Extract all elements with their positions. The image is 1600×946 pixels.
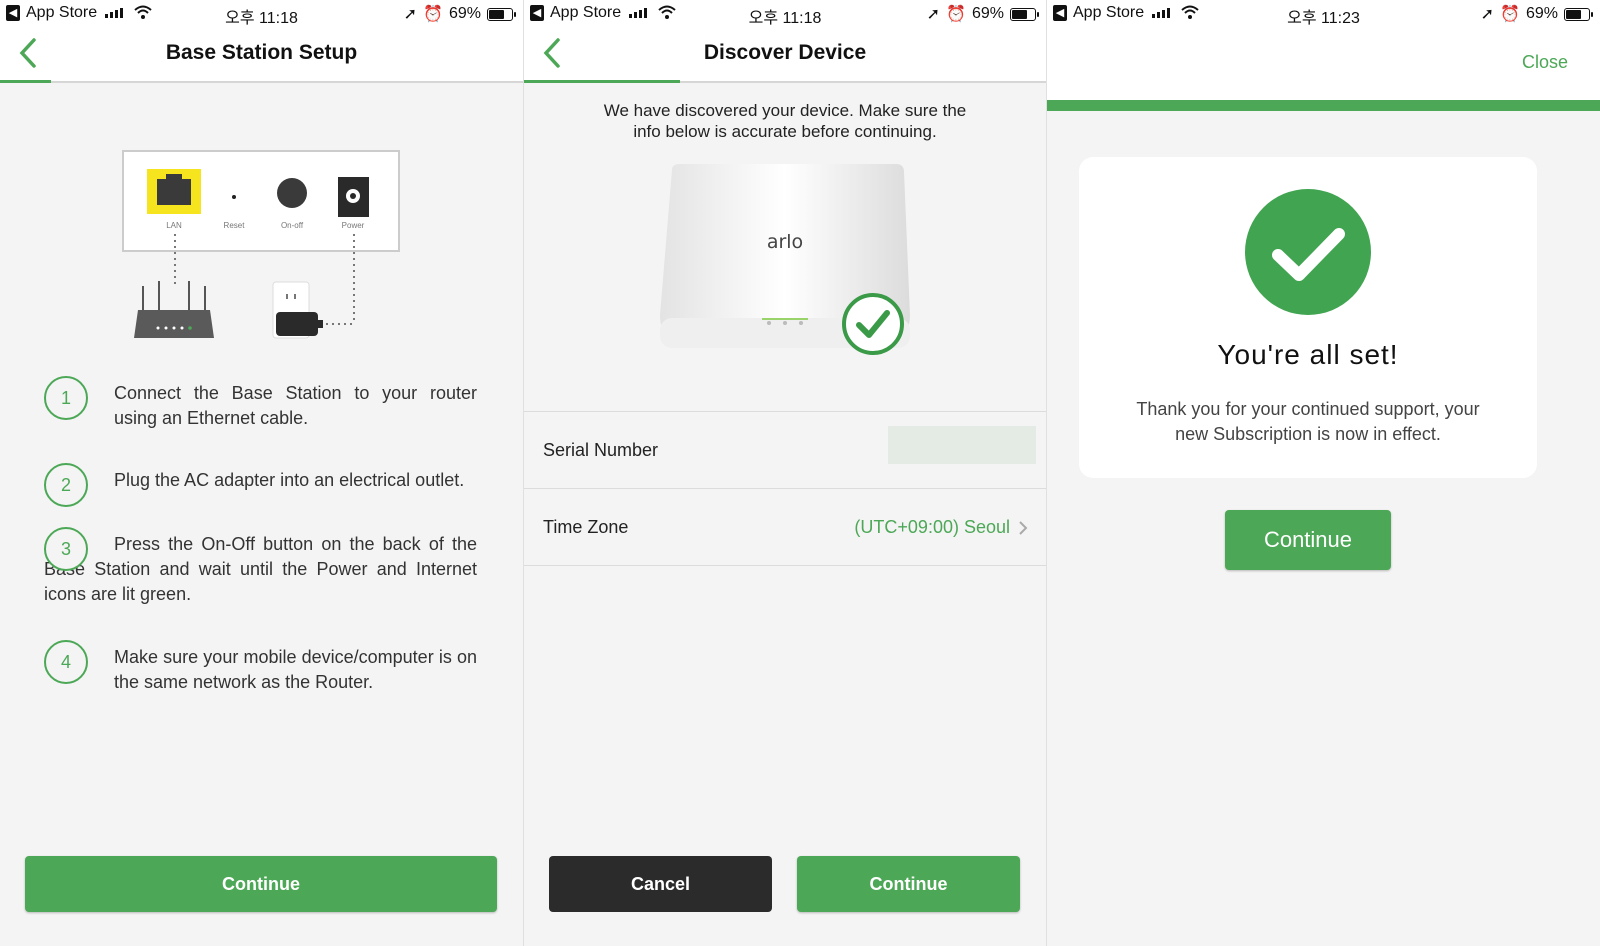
time-zone-value[interactable]: (UTC+09:00) Seoul xyxy=(854,517,1010,538)
status-bar: ◀ App Store 오후 11:23 ➚ ⏰ 69% xyxy=(1047,0,1600,27)
step-item: 4 Make sure your mobile device/computer … xyxy=(44,640,477,695)
completion-progress-bar xyxy=(1047,100,1600,111)
connection-diagram: LAN Reset On-off Power xyxy=(122,150,400,339)
success-check-icon xyxy=(1245,189,1371,315)
step-text: Press the On-Off button on the back of t… xyxy=(44,534,477,604)
header-bar: Close xyxy=(1047,26,1600,100)
page-title: Discover Device xyxy=(703,41,867,64)
battery-icon xyxy=(487,7,516,21)
power-outlet-icon xyxy=(272,281,323,339)
continue-button[interactable]: Continue xyxy=(1225,510,1391,570)
page-title: Base Station Setup xyxy=(165,41,358,64)
battery-percent: 69% xyxy=(448,5,481,22)
lan-label: LAN xyxy=(166,221,182,230)
setup-progress-bar xyxy=(524,80,680,83)
nav-bar: Discover Device xyxy=(524,26,1046,83)
success-heading: You're all set! xyxy=(1217,339,1399,370)
alarm-icon: ⏰ xyxy=(1500,6,1520,23)
step-text: Connect the Base Station to your router … xyxy=(114,383,477,428)
setup-progress-bar xyxy=(0,80,51,83)
device-brand-label: arlo xyxy=(767,231,803,253)
alarm-icon: ⏰ xyxy=(946,6,966,23)
step-text: Plug the AC adapter into an electrical o… xyxy=(114,470,465,490)
step-number-badge: 2 xyxy=(44,463,88,507)
device-verified-check-icon xyxy=(842,293,904,355)
continue-button[interactable]: Continue xyxy=(797,856,1020,912)
time-zone-label: Time Zone xyxy=(543,517,629,537)
battery-icon xyxy=(1010,7,1039,21)
step-number-badge: 1 xyxy=(44,376,88,420)
serial-number-label: Serial Number xyxy=(543,440,659,460)
base-station-setup-screen: ◀ App Store 오후 11:18 ➚ ⏰ 69% Base Statio… xyxy=(0,0,523,946)
reset-label: Reset xyxy=(224,221,246,230)
onoff-label: On-off xyxy=(281,221,304,230)
location-icon: ➚ xyxy=(926,6,941,23)
nav-bar: Base Station Setup xyxy=(0,26,523,83)
serial-number-value-redacted xyxy=(888,426,1036,464)
time-zone-row[interactable]: Time Zone (UTC+09:00) Seoul xyxy=(524,489,1046,566)
status-right: ➚ ⏰ 69% xyxy=(403,4,516,24)
step-number-badge: 3 xyxy=(44,527,88,571)
battery-icon xyxy=(1564,7,1593,21)
cancel-button[interactable]: Cancel xyxy=(549,856,772,912)
battery-percent: 69% xyxy=(971,5,1004,22)
battery-percent: 69% xyxy=(1525,5,1558,22)
step-item: 3 Press the On-Off button on the back of… xyxy=(44,527,477,607)
success-card: You're all set! Thank you for your conti… xyxy=(1079,157,1537,478)
discovered-message: We have discovered your device. Make sur… xyxy=(603,101,967,141)
step-item: 2 Plug the AC adapter into an electrical… xyxy=(44,463,477,507)
power-label: Power xyxy=(342,221,365,230)
subscription-complete-screen: ◀ App Store 오후 11:23 ➚ ⏰ 69% Close You'r… xyxy=(1046,0,1600,946)
discover-device-screen: ◀ App Store 오후 11:18 ➚ ⏰ 69% Discover De… xyxy=(523,0,1046,946)
screens-container: ◀ App Store 오후 11:18 ➚ ⏰ 69% Base Statio… xyxy=(0,0,1600,946)
success-message: Thank you for your continued support, yo… xyxy=(1136,399,1480,444)
chevron-right-icon[interactable] xyxy=(1018,520,1028,536)
status-right: ➚ ⏰ 69% xyxy=(926,4,1039,24)
status-right: ➚ ⏰ 69% xyxy=(1480,4,1593,24)
status-bar: ◀ App Store 오후 11:18 ➚ ⏰ 69% xyxy=(0,0,523,27)
location-icon: ➚ xyxy=(1480,6,1495,23)
router-icon xyxy=(134,281,214,338)
step-text: Make sure your mobile device/computer is… xyxy=(114,647,477,692)
close-button[interactable]: Close xyxy=(1522,52,1568,73)
serial-number-row: Serial Number xyxy=(524,412,1046,489)
continue-button[interactable]: Continue xyxy=(25,856,497,912)
base-station-device-image: arlo xyxy=(660,164,910,355)
status-bar: ◀ App Store 오후 11:18 ➚ ⏰ 69% xyxy=(524,0,1046,27)
step-number-badge: 4 xyxy=(44,640,88,684)
location-icon: ➚ xyxy=(403,6,418,23)
alarm-icon: ⏰ xyxy=(423,6,443,23)
step-item: 1 Connect the Base Station to your route… xyxy=(44,376,477,431)
